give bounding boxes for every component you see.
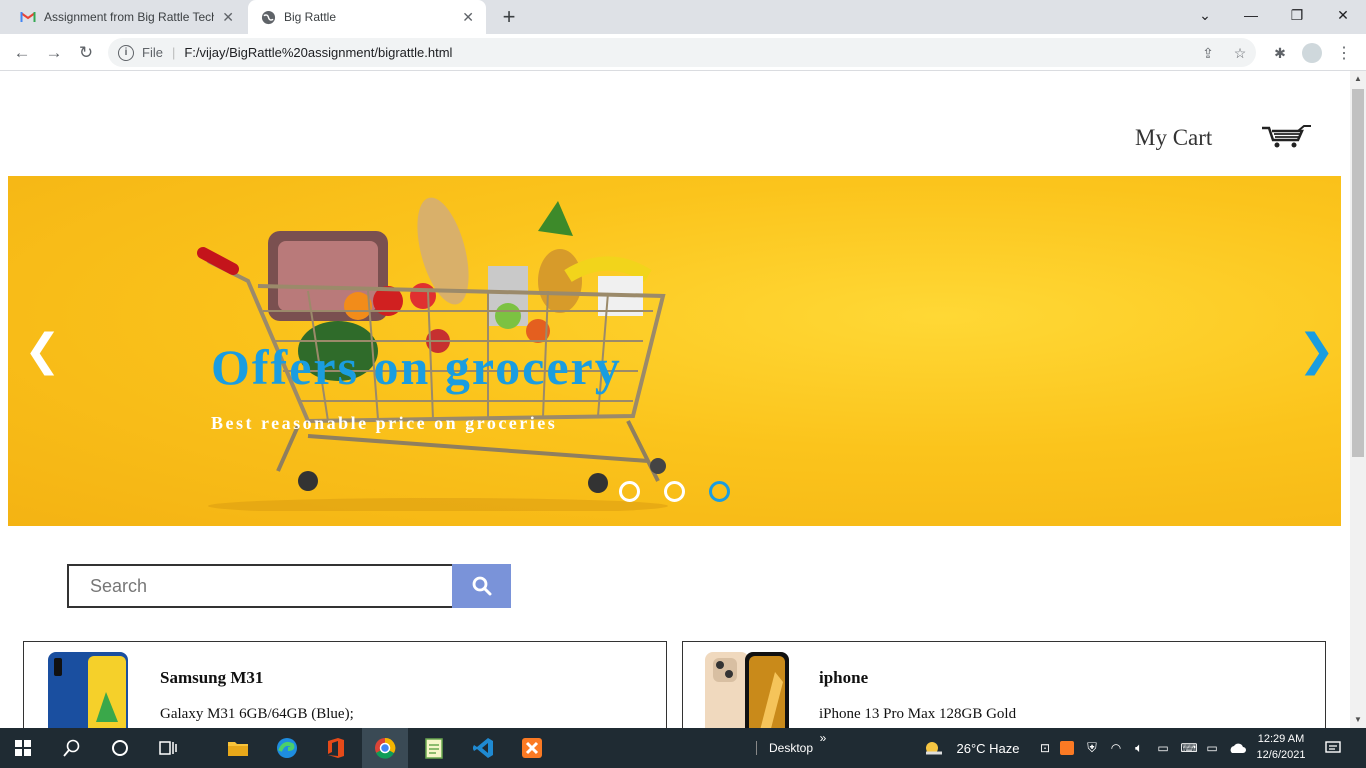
- tab-search-icon[interactable]: ⌄: [1182, 0, 1228, 30]
- clock-date: 12/6/2021: [1256, 749, 1306, 761]
- browser-toolbar: ← → ↻ i File | F:/vijay/BigRattle%20assi…: [0, 34, 1366, 71]
- product-card[interactable]: iphone iPhone 13 Pro Max 128GB Gold: [682, 641, 1326, 728]
- scroll-down-icon[interactable]: ▼: [1350, 712, 1366, 728]
- wifi-icon[interactable]: ◠: [1107, 728, 1125, 768]
- toolbar-overflow[interactable]: »: [816, 728, 830, 748]
- product-name: Samsung M31: [160, 668, 264, 687]
- star-icon[interactable]: ☆: [1230, 43, 1250, 63]
- restore-button[interactable]: ❐: [1274, 0, 1320, 30]
- notepad-icon[interactable]: [411, 728, 457, 768]
- menu-icon[interactable]: ⋮: [1334, 43, 1354, 63]
- meet-now-icon[interactable]: ⊡: [1036, 728, 1054, 768]
- cortana-icon[interactable]: [98, 728, 142, 768]
- minimize-button[interactable]: —: [1228, 0, 1274, 30]
- weather-text: 26°C Haze: [956, 740, 1020, 756]
- tab-strip: Assignment from Big Rattle Technolog ✕ B…: [0, 0, 1366, 34]
- avatar[interactable]: [1302, 43, 1322, 63]
- reload-icon[interactable]: ↻: [74, 41, 98, 65]
- carousel-dot-3[interactable]: [709, 481, 730, 502]
- carousel-prev-button[interactable]: ❮: [24, 329, 61, 373]
- close-icon[interactable]: ✕: [462, 9, 474, 26]
- product-name: iphone: [819, 668, 869, 687]
- close-icon[interactable]: ✕: [222, 9, 234, 26]
- clock-time: 12:29 AM: [1257, 733, 1305, 745]
- start-icon[interactable]: [0, 728, 46, 768]
- search-icon: [472, 576, 491, 596]
- product-card[interactable]: Samsung M31 Galaxy M31 6GB/64GB (Blue);: [23, 641, 667, 728]
- forward-arrow-icon[interactable]: →: [42, 41, 66, 65]
- volume-icon[interactable]: 🔈︎: [1130, 728, 1148, 768]
- info-icon[interactable]: i: [118, 44, 134, 61]
- back-arrow-icon[interactable]: ←: [10, 41, 34, 65]
- url-scheme: File: [142, 45, 163, 60]
- file-explorer-icon[interactable]: [215, 728, 261, 768]
- security-icon[interactable]: ⛨: [1083, 728, 1101, 768]
- scroll-up-icon[interactable]: ▲: [1350, 71, 1366, 87]
- search-button[interactable]: [452, 564, 511, 608]
- notification-icon[interactable]: [1320, 728, 1346, 768]
- scrollbar-thumb[interactable]: [1352, 89, 1364, 457]
- offer-carousel: Offers on grocery Best reasonable price …: [8, 176, 1341, 526]
- page-scrollbar[interactable]: ▲ ▼: [1350, 71, 1366, 728]
- page-content: My Cart Offers on grocery Best reasonabl…: [0, 71, 1350, 728]
- my-cart-link[interactable]: My Cart: [1135, 125, 1212, 151]
- address-bar[interactable]: i File | F:/vijay/BigRattle%20assignment…: [108, 38, 1256, 67]
- search-icon[interactable]: [50, 728, 94, 768]
- url-text[interactable]: F:/vijay/BigRattle%20assignment/bigrattl…: [184, 45, 452, 60]
- search-placeholder: Search: [90, 575, 148, 596]
- taskbar: Desktop » 26°C Haze ⊡ ⛨ ◠ 🔈︎ ▭ ⌨ ▭ 12:29…: [0, 728, 1366, 768]
- carousel-dot-1[interactable]: [619, 481, 640, 502]
- banner-subtitle: Best reasonable price on groceries: [211, 413, 558, 433]
- weather-icon[interactable]: [921, 728, 947, 768]
- tab-title: Big Rattle: [284, 10, 337, 24]
- new-tab-button[interactable]: +: [498, 6, 520, 28]
- product-description: iPhone 13 Pro Max 128GB Gold: [819, 706, 1017, 722]
- office-icon[interactable]: [313, 728, 359, 768]
- shopping-cart-icon[interactable]: [1260, 125, 1312, 149]
- gmail-icon: [20, 9, 36, 25]
- desktop-label: Desktop: [768, 741, 814, 755]
- iphone-icon: [705, 652, 789, 728]
- extensions-icon[interactable]: ✱: [1270, 43, 1290, 63]
- divider: |: [171, 45, 176, 60]
- samsung-phone-icon: [48, 652, 128, 728]
- divider: [755, 728, 757, 768]
- tab-gmail[interactable]: Assignment from Big Rattle Technolog ✕: [8, 0, 246, 34]
- banner-title: Offers on grocery: [211, 339, 622, 395]
- network-icon[interactable]: ▭: [1154, 728, 1172, 768]
- xampp-tray-icon[interactable]: [1058, 728, 1076, 768]
- system-clock[interactable]: 12:29 AM 12/6/2021: [1248, 731, 1314, 763]
- tab-big-rattle[interactable]: Big Rattle ✕: [248, 0, 486, 34]
- carousel-dot-2[interactable]: [664, 481, 685, 502]
- chrome-icon[interactable]: [362, 728, 408, 768]
- vscode-icon[interactable]: [460, 728, 506, 768]
- share-icon[interactable]: ⇪: [1198, 43, 1218, 63]
- tab-title: Assignment from Big Rattle Technolog: [44, 10, 214, 24]
- xampp-icon[interactable]: [509, 728, 555, 768]
- edge-icon[interactable]: [264, 728, 310, 768]
- globe-icon: [260, 9, 276, 25]
- desktop-toolbar[interactable]: Desktop: [768, 728, 814, 768]
- search-input[interactable]: Search: [67, 564, 452, 608]
- keyboard-icon[interactable]: ⌨: [1180, 728, 1198, 768]
- close-window-button[interactable]: ✕: [1320, 0, 1366, 30]
- onedrive-icon[interactable]: [1227, 728, 1247, 768]
- battery-icon[interactable]: ▭: [1203, 728, 1221, 768]
- weather-widget[interactable]: 26°C Haze: [950, 728, 1026, 768]
- product-description: Galaxy M31 6GB/64GB (Blue);: [160, 706, 354, 722]
- carousel-next-button[interactable]: ❯: [1298, 329, 1335, 373]
- task-view-icon[interactable]: [146, 728, 190, 768]
